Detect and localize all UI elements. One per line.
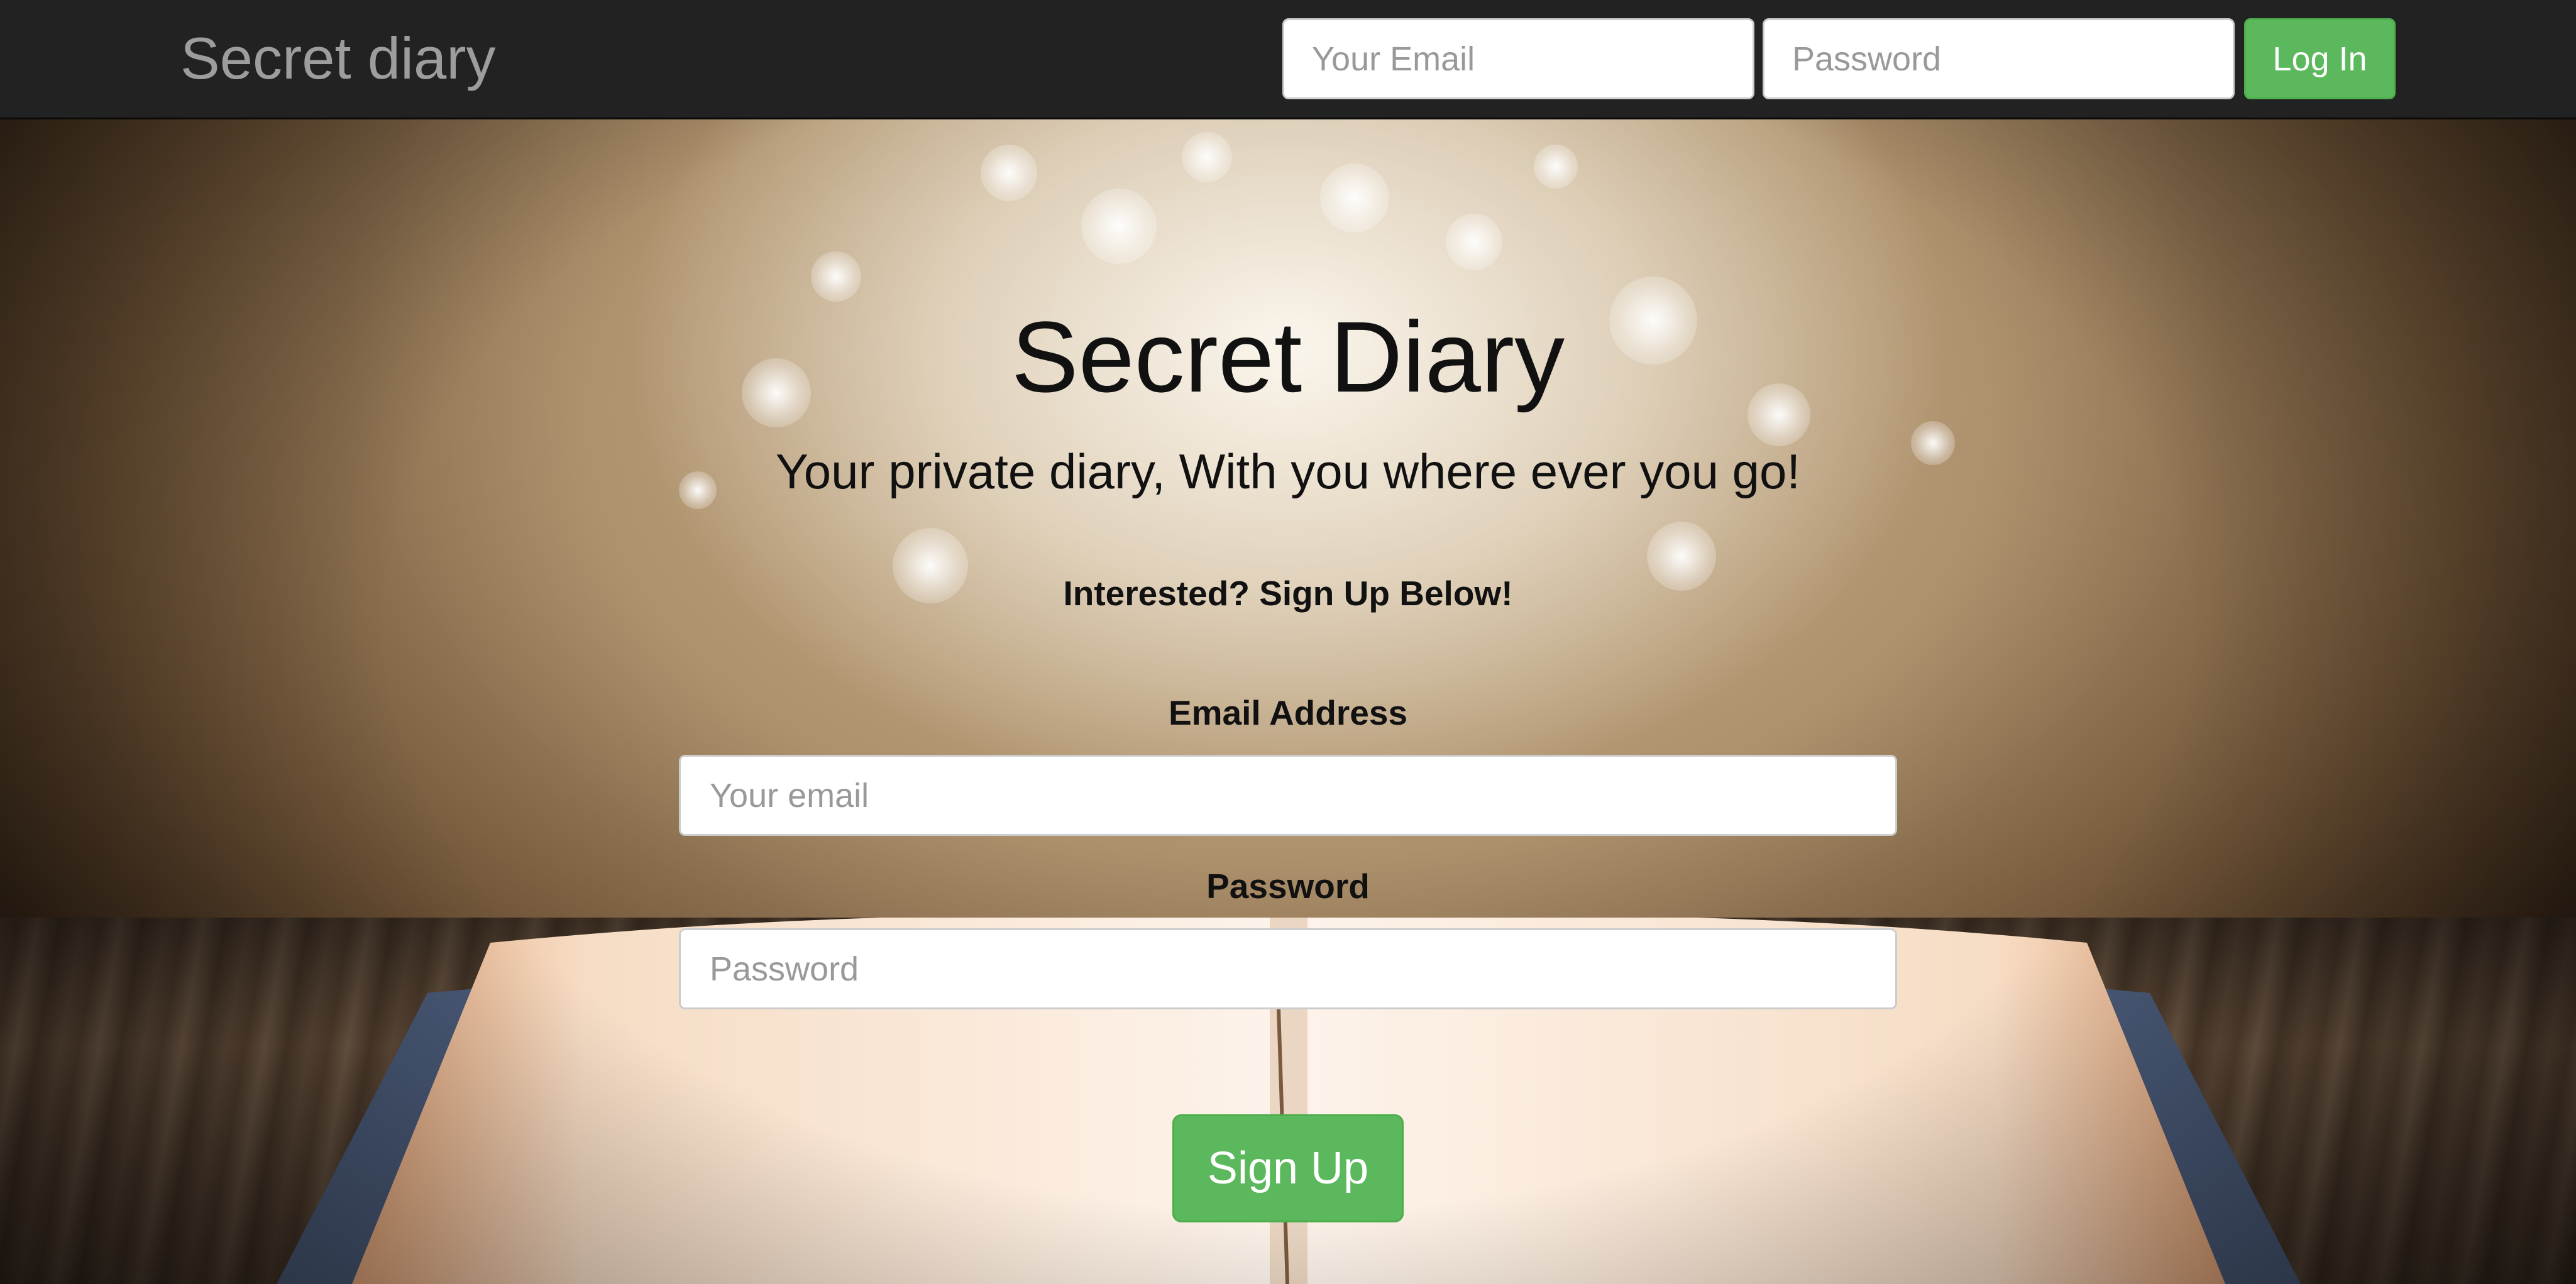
signup-email-input[interactable]: [679, 755, 1897, 836]
login-button[interactable]: Log In: [2244, 18, 2396, 99]
main-content: Secret Diary Your private diary, With yo…: [0, 119, 2576, 1284]
navbar-password-input[interactable]: [1763, 18, 2235, 99]
top-navbar: Secret diary Log In: [0, 0, 2576, 119]
password-label: Password: [1206, 867, 1370, 906]
navbar-email-input[interactable]: [1282, 18, 1754, 99]
page-title: Secret Diary: [1011, 300, 1565, 413]
signup-password-input[interactable]: [679, 928, 1897, 1009]
brand-logo[interactable]: Secret diary: [180, 29, 496, 88]
signup-button[interactable]: Sign Up: [1172, 1114, 1404, 1222]
page-subtitle: Your private diary, With you where ever …: [775, 444, 1801, 499]
email-label: Email Address: [1168, 693, 1408, 732]
signup-heading: Interested? Sign Up Below!: [1063, 574, 1513, 613]
